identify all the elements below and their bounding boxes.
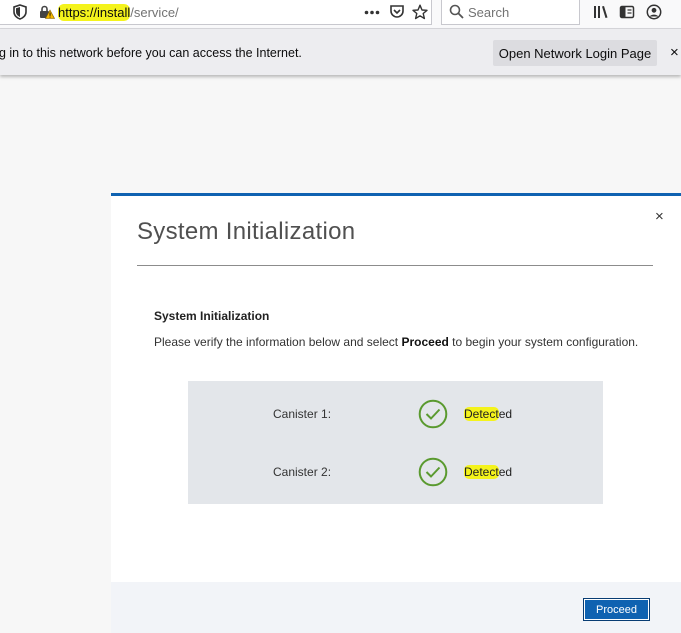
instructions-before: Please verify the information below and … (154, 335, 402, 349)
account-icon[interactable] (646, 4, 662, 20)
url-host: https://install (58, 4, 131, 21)
canister-1-status-highlight: Detect (464, 407, 499, 421)
network-login-notification: og in to this network before you can acc… (0, 29, 681, 75)
pocket-icon[interactable] (389, 4, 405, 20)
reader-sidebar-icon[interactable] (619, 4, 635, 20)
instructions-proceed-bold: Proceed (401, 335, 449, 349)
system-initialization-dialog: × System Initialization System Initializ… (111, 193, 681, 633)
library-icon[interactable] (593, 4, 609, 20)
search-box[interactable]: Search (441, 0, 580, 25)
dialog-footer: Proceed (111, 582, 681, 633)
browser-toolbar: https://install/service/ Search (0, 0, 681, 29)
lock-warning-icon[interactable] (39, 4, 55, 20)
canister-status-panel: Canister 1: Detected Canister 2: Detecte… (188, 381, 603, 504)
title-divider (137, 265, 653, 266)
close-icon[interactable]: × (670, 44, 679, 61)
search-icon (449, 4, 464, 19)
bookmark-star-icon[interactable] (412, 4, 428, 20)
check-circle-icon (418, 457, 448, 487)
open-network-login-page-button[interactable]: Open Network Login Page (493, 40, 657, 66)
dialog-close-icon[interactable]: × (655, 208, 664, 225)
canister-1-status-rest: ed (498, 407, 513, 421)
shield-icon[interactable] (13, 4, 27, 20)
canister-2-status-rest: ed (498, 465, 513, 479)
url-path: /service/ (130, 5, 179, 20)
section-heading: System Initialization (154, 309, 270, 323)
instructions-after: to begin your system configuration. (448, 335, 639, 349)
url-bar[interactable]: https://install/service/ (0, 0, 432, 25)
check-circle-icon (418, 399, 448, 429)
search-placeholder: Search (468, 5, 510, 20)
canister-2-status: Detected (464, 465, 512, 479)
canister-1-label: Canister 1: (273, 407, 332, 421)
more-actions-icon[interactable] (364, 10, 380, 15)
instructions-text: Please verify the information below and … (154, 335, 638, 349)
canister-2-status-highlight: Detect (464, 465, 499, 479)
notification-message: og in to this network before you can acc… (0, 46, 302, 60)
canister-1-status: Detected (464, 407, 512, 421)
canister-2-label: Canister 2: (273, 465, 332, 479)
dialog-title: System Initialization (137, 218, 356, 245)
url-text[interactable]: https://install/service/ (58, 4, 179, 21)
proceed-button[interactable]: Proceed (583, 598, 650, 621)
